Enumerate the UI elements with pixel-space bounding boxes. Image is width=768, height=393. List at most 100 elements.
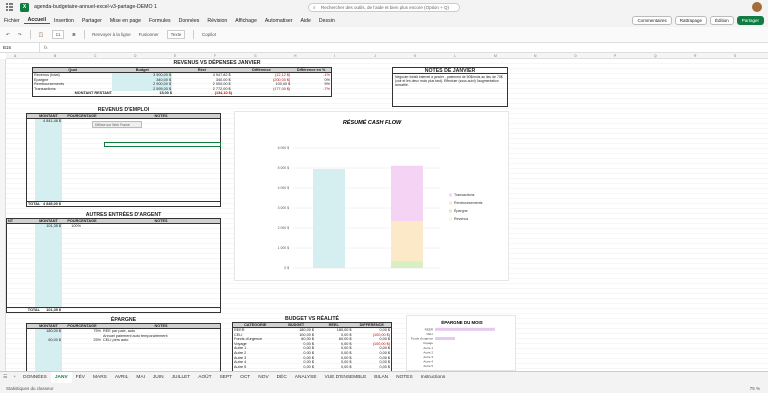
menu-item[interactable]: Fichier	[0, 18, 24, 24]
column-header[interactable]: E	[174, 54, 176, 58]
column-header[interactable]: Q	[654, 54, 657, 58]
menu-item[interactable]: Révision	[203, 18, 231, 24]
menu-item[interactable]: Partager	[78, 18, 106, 24]
mini-chart-bar[interactable]	[435, 337, 455, 340]
sheet-tab[interactable]: JANV	[50, 371, 72, 384]
cash-flow-chart[interactable]: RÉSUMÉ CASH FLOW 0 $ 1 000 $ 2 000 $ 3 000 …	[234, 111, 509, 281]
column-header[interactable]: I	[334, 54, 335, 58]
column-header[interactable]: F	[214, 54, 216, 58]
avatar[interactable]	[752, 2, 762, 12]
column-header[interactable]: R	[694, 54, 696, 58]
column-header[interactable]: P	[614, 54, 616, 58]
sheet-tab[interactable]: JUILLET	[168, 372, 195, 384]
sheet-tab[interactable]: DONNÉES	[19, 372, 51, 384]
table-cell[interactable]: 60,00 $	[35, 338, 62, 343]
undo-icon[interactable]: ↶	[6, 32, 10, 38]
table-cell[interactable]: Autre 5	[233, 365, 277, 370]
column-header[interactable]: B	[54, 54, 56, 58]
mini-chart-bar[interactable]	[435, 327, 495, 331]
epargne-mois-chart[interactable]: ÉPARGNE DU MOIS REER CELI Fonds d'urgence V…	[406, 315, 516, 371]
name-box[interactable]: B16	[0, 43, 40, 52]
table-cell[interactable]: (177,00 $)	[232, 87, 292, 92]
sheet-tab[interactable]: FÉV	[72, 372, 89, 384]
menu-item[interactable]: Insertion	[50, 18, 78, 24]
column-header[interactable]: S	[734, 54, 736, 58]
sheet-tab[interactable]: JUIN	[149, 372, 168, 384]
cell-amount[interactable]: 4 841,46 $	[35, 119, 62, 124]
column-header[interactable]: G	[254, 54, 257, 58]
spreadsheet-grid[interactable]: REVENUS VS DÉPENSES JANVIER Quoi Budget Ré…	[6, 59, 768, 371]
notes-text[interactable]: Négocier forfait internet à janvier - pa…	[393, 74, 507, 89]
fx-icon[interactable]: fx	[40, 45, 48, 50]
cell-percent[interactable]: 100%	[62, 224, 82, 229]
menu-item[interactable]: Accueil	[23, 17, 51, 24]
add-sheet-icon[interactable]: +	[10, 375, 19, 380]
bold-icon[interactable]: B	[72, 32, 75, 37]
menu-item[interactable]: Automatiser	[261, 18, 297, 24]
editing-mode-button[interactable]: Édition	[709, 16, 734, 25]
column-header[interactable]: M	[494, 54, 497, 58]
column-header[interactable]: C	[94, 54, 96, 58]
redo-icon[interactable]: ↷	[18, 32, 22, 38]
sheet-tab[interactable]: BILAN	[370, 372, 392, 384]
column-header[interactable]: H	[294, 54, 296, 58]
sheet-tab[interactable]: MARS	[89, 372, 111, 384]
menu-item[interactable]: Formules	[145, 18, 175, 24]
cell-amount[interactable]: 101,35 $	[35, 224, 62, 229]
merge-button[interactable]: Fusionner	[139, 32, 159, 37]
column-header[interactable]: O	[574, 54, 577, 58]
menu-item[interactable]: Données	[175, 18, 204, 24]
table-cell[interactable]: CELI pers auto	[102, 338, 220, 343]
app-launcher-icon[interactable]	[6, 3, 14, 11]
table-cell[interactable]: 25%	[62, 338, 102, 343]
sheet-tab[interactable]: MAI	[132, 372, 149, 384]
table-cell[interactable]: 0,00 $	[353, 365, 392, 370]
column-header[interactable]: A	[14, 54, 16, 58]
share-button[interactable]: Partager	[736, 16, 764, 25]
sheet-tab[interactable]: AVRIL	[111, 372, 133, 384]
paste-icon[interactable]: 📋	[38, 32, 44, 38]
sheet-tab[interactable]: NOV	[254, 372, 272, 384]
bar-segment[interactable]	[391, 261, 423, 268]
font-size-select[interactable]: 11	[51, 30, 65, 39]
copilot-button[interactable]: Copilot	[202, 32, 216, 37]
column-header[interactable]: N	[534, 54, 536, 58]
catchup-button[interactable]: Rattrapage	[674, 16, 707, 25]
comments-button[interactable]: Commentaires	[632, 16, 672, 25]
search-input[interactable]: ⌕ Rechercher des outils, de l'aide et bi…	[308, 3, 460, 12]
workbook-stats-link[interactable]: Statistiques du classeur	[6, 386, 54, 391]
table-row[interactable]: Autre 5 0,00 $0,00 $0,00 $	[233, 365, 391, 370]
sheet-tab[interactable]: Instructions	[417, 372, 450, 384]
menu-item[interactable]: Aide	[297, 18, 315, 24]
selected-cell[interactable]	[104, 142, 221, 147]
sheet-tab[interactable]: VUE D'ENSEMBLE	[321, 372, 371, 384]
column-header[interactable]: L	[454, 54, 456, 58]
zoom-level[interactable]: 75 %	[750, 386, 768, 391]
sheet-tab[interactable]: DÉC	[273, 372, 291, 384]
sheet-tab[interactable]: AOÛT	[194, 372, 215, 384]
bar-entrees[interactable]	[313, 169, 345, 268]
number-format-select[interactable]: Texte	[166, 30, 186, 39]
menu-item[interactable]: Affichage	[231, 18, 261, 24]
table-cell[interactable]: 0,00 $	[315, 365, 353, 370]
sheet-tab[interactable]: SEPT	[216, 372, 237, 384]
sheet-tab[interactable]: ANALYSE	[291, 372, 321, 384]
menu-item[interactable]: Dessin	[315, 18, 339, 24]
table-cell[interactable]: 0,00 $	[277, 365, 315, 370]
wrap-text-button[interactable]: Renvoyer à la ligne	[92, 32, 131, 37]
table-row[interactable]: 60,00 $25% CELI pers auto	[27, 338, 220, 343]
bar-segment[interactable]	[391, 221, 423, 262]
column-header[interactable]: D	[134, 54, 136, 58]
notes-panel[interactable]: NOTES DE JANVIER Négocier forfait intern…	[392, 67, 508, 107]
column-header[interactable]: K	[414, 54, 416, 58]
bar-segment[interactable]	[391, 165, 423, 222]
sheet-tab[interactable]: OCT	[236, 372, 254, 384]
header-montant: MONTANT	[39, 324, 58, 328]
sheets-list-icon[interactable]: ☰	[0, 375, 10, 380]
sheet-tab[interactable]: NOTES	[392, 372, 417, 384]
table-cell[interactable]: -7%	[291, 87, 331, 92]
column-header[interactable]: J	[374, 54, 376, 58]
table-row[interactable]: 101,35 $ 100%	[7, 224, 220, 229]
menu-item[interactable]: Mise en page	[106, 18, 145, 24]
document-title[interactable]: agenda-budgetaire-annuel-excel-v3-partag…	[34, 4, 157, 10]
